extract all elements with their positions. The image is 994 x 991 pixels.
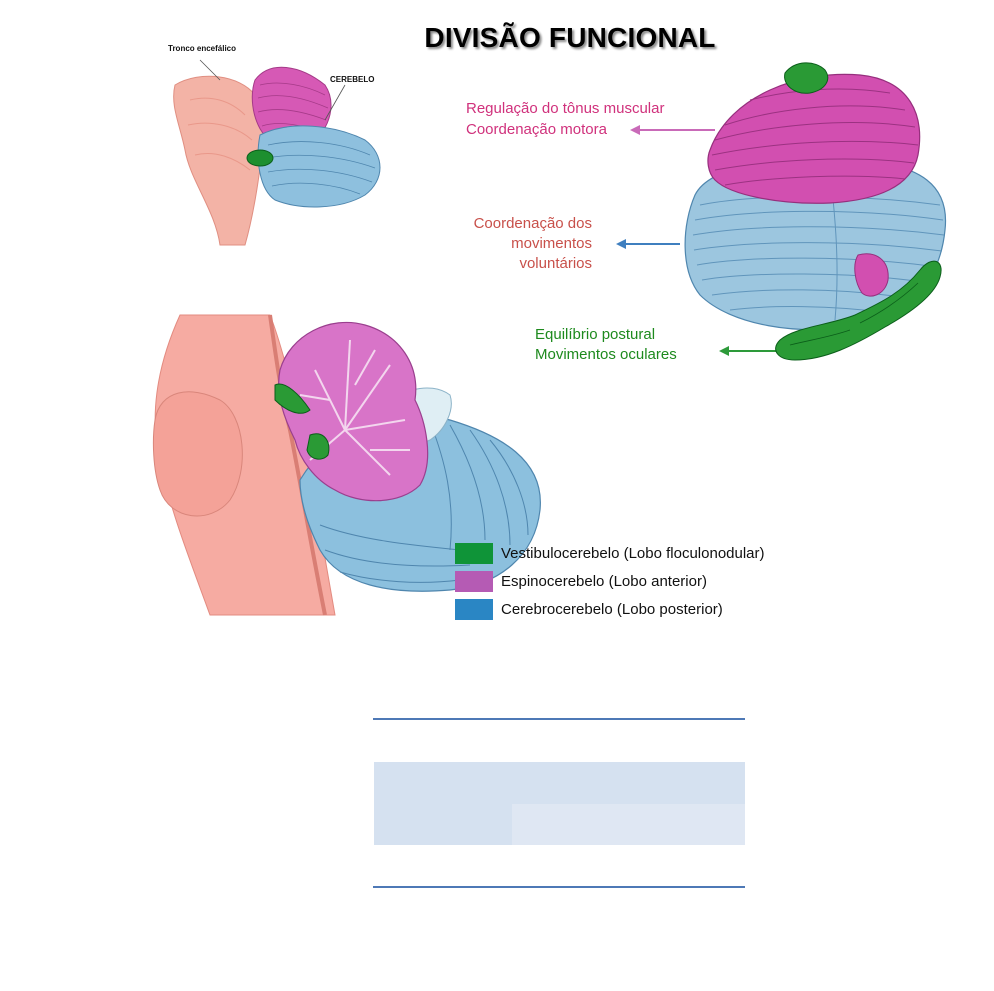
- cerebellum-posterior-illustration: [616, 62, 947, 361]
- arrow-spino: [630, 125, 715, 135]
- table-band-row2-left: [374, 804, 512, 845]
- legend-swatch-blue: [455, 598, 493, 620]
- legend-label-vestibulo: Vestibulocerebelo (Lobo floculonodular): [501, 544, 765, 562]
- cerebro-function-line2: movimentos: [511, 235, 592, 252]
- legend-item-espino: Espinocerebelo (Lobo anterior): [455, 570, 707, 592]
- legend-item-cerebro: Cerebrocerebelo (Lobo posterior): [455, 598, 723, 620]
- legend-label-espino: Espinocerebelo (Lobo anterior): [501, 572, 707, 590]
- arrow-cerebro: [616, 239, 680, 249]
- brainstem-cerebellum-lateral-illustration: [173, 59, 381, 246]
- arrow-vestibulo: [719, 346, 780, 356]
- legend-label-cerebro: Cerebrocerebelo (Lobo posterior): [501, 600, 723, 618]
- page-title: DIVISÃO FUNCIONAL: [424, 22, 716, 53]
- legend-swatch-green: [455, 542, 493, 564]
- label-cerebellum: CEREBELO: [330, 75, 375, 84]
- label-brainstem: Tronco encefálico: [168, 44, 237, 53]
- table-band-row2-right: [512, 804, 745, 845]
- table-bottom-rule: [373, 886, 745, 888]
- cerebro-function-line1: Coordenação dos: [473, 215, 592, 232]
- legend-swatch-pink: [455, 570, 493, 592]
- legend-item-vestibulo: Vestibulocerebelo (Lobo floculonodular): [455, 542, 765, 564]
- cerebro-function-line3: voluntários: [519, 255, 592, 272]
- table-band-row1: [374, 762, 745, 804]
- table-top-rule: [373, 718, 745, 720]
- spino-function-line2: Coordenação motora: [466, 121, 607, 138]
